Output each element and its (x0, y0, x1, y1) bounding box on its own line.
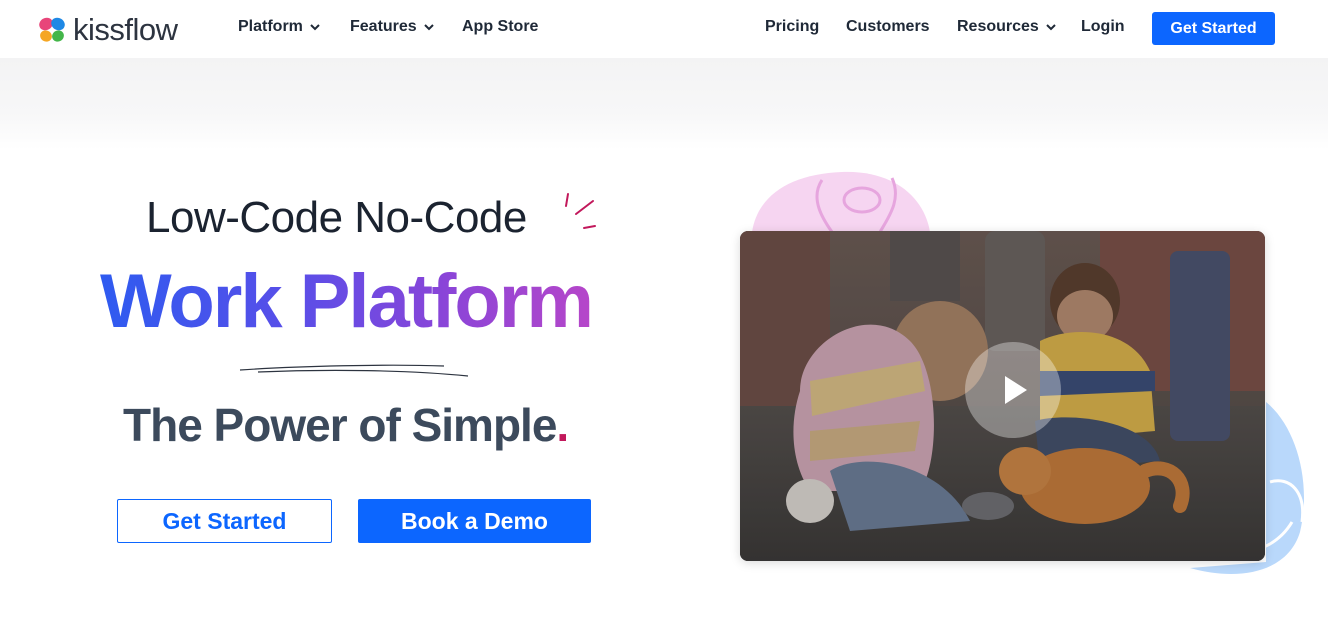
chevron-down-icon (310, 24, 320, 31)
nav-label: Pricing (765, 18, 820, 35)
nav-label: Customers (846, 18, 930, 35)
brand-name: kissflow (73, 12, 178, 47)
nav-get-started-button[interactable]: Get Started (1152, 12, 1275, 45)
hero-get-started-button[interactable]: Get Started (117, 499, 332, 543)
book-demo-button[interactable]: Book a Demo (358, 499, 591, 543)
nav-label: App Store (462, 18, 539, 35)
play-icon (1005, 376, 1027, 404)
nav-item-platform[interactable]: Platform (238, 18, 321, 36)
nav-item-login[interactable]: Login (1081, 18, 1125, 36)
header-band (0, 58, 1328, 150)
chevron-down-icon (1046, 24, 1056, 31)
nav-label: Platform (238, 18, 303, 35)
hero-tagline: The Power of Simple. (123, 398, 569, 452)
top-navigation: kissflow Platform Features App Store Pri… (0, 0, 1328, 58)
butterfly-logo-icon (39, 17, 65, 42)
nav-item-app-store[interactable]: App Store (462, 18, 538, 36)
pink-blob-decoration (752, 171, 930, 232)
nav-label: Features (350, 18, 417, 35)
hero-tagline-dot: . (556, 399, 569, 451)
nav-item-customers[interactable]: Customers (846, 18, 930, 36)
video-play-button[interactable] (965, 342, 1061, 438)
sparkle-accent-icon (565, 193, 596, 229)
brand-logo[interactable]: kissflow (37, 12, 178, 48)
nav-item-resources[interactable]: Resources (957, 18, 1057, 36)
hero-tagline-text: The Power of Simple (123, 399, 557, 451)
nav-item-pricing[interactable]: Pricing (765, 18, 819, 36)
chevron-down-icon (423, 24, 434, 31)
underline-scribble-icon (239, 364, 469, 377)
hero-subtitle: Low-Code No-Code (146, 193, 527, 242)
nav-label: Resources (957, 18, 1039, 35)
nav-item-features[interactable]: Features (350, 18, 435, 36)
nav-label: Login (1081, 18, 1125, 35)
hero-title: Work Platform (100, 259, 594, 344)
